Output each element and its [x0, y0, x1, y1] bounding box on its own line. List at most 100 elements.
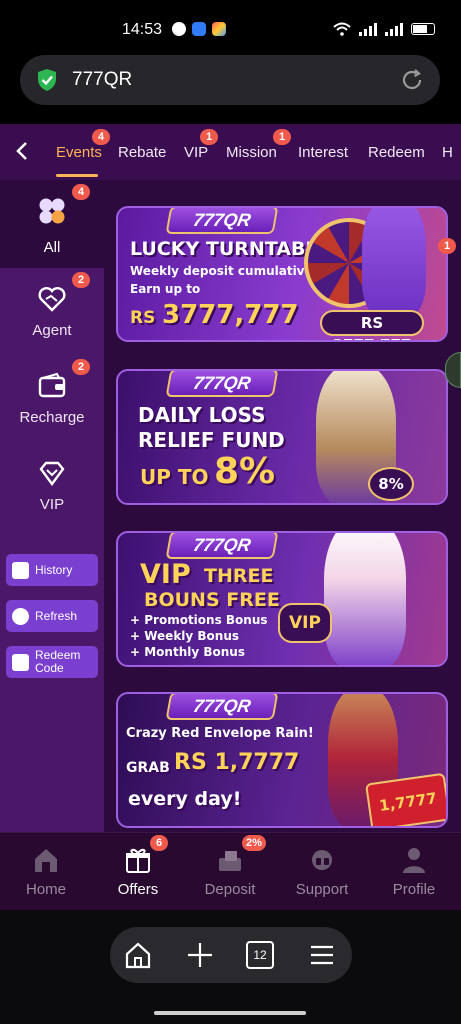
- tab-redeem[interactable]: Redeem: [368, 144, 425, 161]
- banner-title: Crazy Red Envelope Rain!: [126, 726, 314, 741]
- sidebar-item-agent[interactable]: 2 Agent: [0, 268, 104, 354]
- content-area: 4 All 2 Agent 2 Recharge VIP History Ref…: [0, 180, 461, 910]
- battery-icon: [411, 23, 435, 35]
- nav-profile[interactable]: Profile: [368, 845, 460, 898]
- banner-badge: 1: [438, 238, 456, 254]
- banner-title: THREE: [204, 565, 274, 587]
- refresh-icon: [12, 607, 29, 625]
- sidebar-item-label: VIP: [39, 496, 65, 513]
- nav-label: Home: [25, 881, 66, 898]
- banner-value: 8%: [214, 451, 276, 492]
- url-text[interactable]: 777QR: [72, 69, 132, 91]
- gift-icon: [126, 848, 150, 873]
- banner-prize-tag: 8%: [368, 467, 414, 501]
- nav-deposit-badge: 2%: [242, 835, 266, 851]
- banner-lucky-turntable[interactable]: 777QR LUCKY TURNTABLE Weekly deposit cum…: [116, 206, 448, 342]
- sidebar-item-recharge[interactable]: 2 Recharge: [0, 355, 104, 441]
- back-arrow-icon[interactable]: [12, 140, 34, 162]
- app-container: Events 4 Rebate VIP 1 Mission 1 Interest…: [0, 124, 461, 910]
- banner-logo: 777QR: [165, 694, 279, 720]
- notification-icons: [172, 22, 226, 36]
- support-icon: [312, 850, 332, 870]
- bottom-nav: Home Offers 6 Deposit 2% Support Profile: [0, 832, 461, 910]
- nav-label: Offers: [117, 881, 159, 898]
- nav-label: Support: [295, 881, 349, 898]
- banner-currency: RS: [130, 308, 156, 328]
- sidebar-recharge-badge: 2: [72, 359, 90, 375]
- banner-vip-three-bonus[interactable]: 777QR VIP THREE BOUNS FREE + Promotions …: [116, 531, 448, 667]
- tab-events-badge: 4: [92, 129, 110, 145]
- menu-icon[interactable]: [306, 939, 338, 971]
- wifi-icon: [333, 22, 351, 36]
- active-tab-indicator: [56, 174, 98, 177]
- tab-switcher-button[interactable]: 12: [246, 941, 274, 969]
- sidebar-item-vip[interactable]: VIP: [0, 442, 104, 528]
- redeem-code-button[interactable]: Redeem Code: [6, 646, 98, 678]
- home-icon: [35, 849, 57, 872]
- nav-support[interactable]: Support: [276, 845, 368, 898]
- new-tab-icon[interactable]: [184, 939, 216, 971]
- nav-home[interactable]: Home: [0, 845, 92, 898]
- refresh-button[interactable]: Refresh: [6, 600, 98, 632]
- red-envelope-tag: 1,7777: [365, 772, 446, 826]
- nav-deposit[interactable]: Deposit: [184, 845, 276, 898]
- banner-red-envelope-rain[interactable]: 777QR Crazy Red Envelope Rain! GRAB RS 1…: [116, 692, 448, 828]
- redeem-code-icon: [12, 653, 29, 671]
- tab-mission[interactable]: Mission: [226, 144, 277, 161]
- whatsapp-icon: [172, 22, 186, 36]
- tab-vip-badge: 1: [200, 129, 218, 145]
- sidebar-all-badge: 4: [72, 184, 90, 200]
- banner-title: DAILY LOSS: [138, 403, 266, 427]
- status-time: 14:53: [122, 21, 163, 38]
- banner-amount: RS 1,7777: [174, 750, 300, 775]
- tab-rebate[interactable]: Rebate: [118, 144, 166, 161]
- wallet-icon: [38, 372, 66, 398]
- sidebar-item-label: Agent: [32, 322, 72, 339]
- deposit-icon: [219, 851, 241, 871]
- sidebar: 4 All 2 Agent 2 Recharge VIP History Ref…: [0, 180, 104, 890]
- nav-label: Profile: [392, 881, 436, 898]
- nav-label: Deposit: [204, 881, 256, 898]
- banner-title-vip: VIP: [140, 559, 191, 590]
- tab-events[interactable]: Events: [56, 144, 102, 161]
- banner-grab: GRAB: [126, 760, 170, 776]
- browser-home-icon[interactable]: [122, 939, 154, 971]
- tab-interest[interactable]: Interest: [298, 144, 348, 161]
- banner-daily-loss-relief[interactable]: 777QR DAILY LOSS RELIEF FUND UP TO 8% 8%: [116, 369, 448, 505]
- history-button-label: History: [35, 563, 73, 577]
- banner-logo: 777QR: [165, 371, 279, 397]
- signal-icon: [385, 22, 403, 36]
- snake-mascot-icon: [362, 208, 426, 318]
- refresh-button-label: Refresh: [35, 609, 78, 623]
- banner-logo: 777QR: [165, 208, 279, 234]
- bonus-list-item: + Promotions Bonus: [130, 613, 268, 627]
- clover-icon: [39, 198, 65, 224]
- banner-logo: 777QR: [165, 533, 279, 559]
- banner-prize-tag: RS 3777,777: [320, 310, 424, 340]
- system-icons: [333, 22, 435, 36]
- bonus-list-item: + Monthly Bonus: [130, 645, 245, 659]
- app-notification-icon: [212, 22, 226, 36]
- gesture-home-indicator: [154, 1011, 306, 1015]
- banner-subtitle: Earn up to: [130, 282, 201, 296]
- banner-subtitle: Weekly deposit cumulative: [130, 264, 313, 278]
- rabbit-mascot-icon: [324, 533, 406, 665]
- vip-crown-tag: VIP: [278, 603, 332, 643]
- banner-prefix: UP TO: [140, 465, 209, 489]
- tab-more[interactable]: H: [442, 144, 453, 161]
- history-button[interactable]: History: [6, 554, 98, 586]
- sidebar-item-all[interactable]: 4 All: [0, 180, 104, 268]
- browser-controls: 12: [110, 927, 352, 983]
- banner-subtitle: every day!: [128, 788, 242, 810]
- sidebar-agent-badge: 2: [72, 272, 90, 288]
- tab-vip[interactable]: VIP: [184, 144, 208, 161]
- app-notification-icon: [192, 22, 206, 36]
- nav-offers[interactable]: Offers: [92, 845, 184, 898]
- banner-amount: 3777,777: [162, 300, 299, 330]
- address-bar[interactable]: 777QR: [20, 55, 440, 105]
- diamond-icon: [39, 461, 65, 487]
- history-icon: [12, 561, 29, 579]
- bonus-list-item: + Weekly Bonus: [130, 629, 240, 643]
- reload-icon[interactable]: [400, 68, 424, 92]
- banner-title: RELIEF FUND: [138, 428, 285, 452]
